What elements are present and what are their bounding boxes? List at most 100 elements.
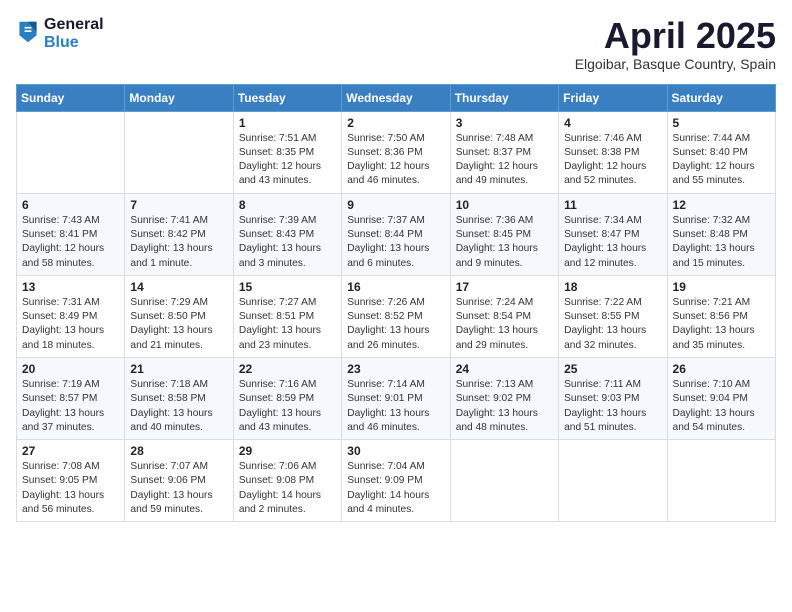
day-info: Sunrise: 7:07 AMSunset: 9:06 PMDaylight:… <box>130 460 227 517</box>
day-cell: 28 Sunrise: 7:07 AMSunset: 9:06 PMDayligh… <box>125 440 233 522</box>
day-info: Sunrise: 7:13 AMSunset: 9:02 PMDaylight:… <box>456 378 553 435</box>
day-cell <box>450 440 558 522</box>
day-cell: 3Sunrise: 7:48 AMSunset: 8:37 PMDaylight… <box>450 111 558 193</box>
day-number: 19 <box>673 280 770 294</box>
day-info: Sunrise: 7:14 AMSunset: 9:01 PMDaylight:… <box>347 378 444 435</box>
logo-general: General <box>44 16 104 34</box>
day-number: 30 <box>347 444 444 458</box>
day-cell: 14 Sunrise: 7:29 AMSunset: 8:50 PMDayligh… <box>125 275 233 357</box>
day-cell: 30 Sunrise: 7:04 AMSunset: 9:09 PMDayligh… <box>342 440 450 522</box>
day-info: Sunrise: 7:48 AMSunset: 8:37 PMDaylight:… <box>456 132 553 189</box>
day-number: 25 <box>564 362 661 376</box>
day-number: 15 <box>239 280 336 294</box>
day-info: Sunrise: 7:32 AMSunset: 8:48 PMDaylight:… <box>673 214 770 271</box>
day-cell: 23Sunrise: 7:14 AMSunset: 9:01 PMDayligh… <box>342 357 450 439</box>
day-cell: 7 Sunrise: 7:41 AMSunset: 8:42 PMDaylight… <box>125 193 233 275</box>
day-cell: 2Sunrise: 7:50 AMSunset: 8:36 PMDaylight… <box>342 111 450 193</box>
day-number: 14 <box>130 280 227 294</box>
day-info: Sunrise: 7:08 AMSunset: 9:05 PMDaylight:… <box>22 460 119 517</box>
day-number: 7 <box>130 198 227 212</box>
weekday-header-tuesday: Tuesday <box>233 84 341 111</box>
day-cell: 25 Sunrise: 7:11 AMSunset: 9:03 PMDayligh… <box>559 357 667 439</box>
day-number: 6 <box>22 198 119 212</box>
day-cell: 12 Sunrise: 7:32 AMSunset: 8:48 PMDayligh… <box>667 193 775 275</box>
day-cell <box>17 111 125 193</box>
day-cell <box>667 440 775 522</box>
day-cell: 4 Sunrise: 7:46 AMSunset: 8:38 PMDaylight… <box>559 111 667 193</box>
weekday-header-thursday: Thursday <box>450 84 558 111</box>
week-row-5: 27 Sunrise: 7:08 AMSunset: 9:05 PMDayligh… <box>17 440 776 522</box>
day-number: 18 <box>564 280 661 294</box>
day-cell <box>125 111 233 193</box>
day-info: Sunrise: 7:19 AMSunset: 8:57 PMDaylight:… <box>22 378 119 435</box>
day-cell: 1 Sunrise: 7:51 AMSunset: 8:35 PMDaylight… <box>233 111 341 193</box>
day-cell: 19 Sunrise: 7:21 AMSunset: 8:56 PMDayligh… <box>667 275 775 357</box>
day-cell: 13 Sunrise: 7:31 AMSunset: 8:49 PMDayligh… <box>17 275 125 357</box>
day-cell: 6 Sunrise: 7:43 AMSunset: 8:41 PMDaylight… <box>17 193 125 275</box>
day-cell: 24Sunrise: 7:13 AMSunset: 9:02 PMDayligh… <box>450 357 558 439</box>
day-cell: 9Sunrise: 7:37 AMSunset: 8:44 PMDaylight… <box>342 193 450 275</box>
day-number: 1 <box>239 116 336 130</box>
day-number: 20 <box>22 362 119 376</box>
day-cell <box>559 440 667 522</box>
day-info: Sunrise: 7:46 AMSunset: 8:38 PMDaylight:… <box>564 132 661 189</box>
weekday-header-monday: Monday <box>125 84 233 111</box>
day-info: Sunrise: 7:31 AMSunset: 8:49 PMDaylight:… <box>22 296 119 353</box>
day-cell: 22Sunrise: 7:16 AMSunset: 8:59 PMDayligh… <box>233 357 341 439</box>
day-info: Sunrise: 7:34 AMSunset: 8:47 PMDaylight:… <box>564 214 661 271</box>
day-number: 16 <box>347 280 444 294</box>
day-cell: 20 Sunrise: 7:19 AMSunset: 8:57 PMDayligh… <box>17 357 125 439</box>
day-info: Sunrise: 7:44 AMSunset: 8:40 PMDaylight:… <box>673 132 770 189</box>
day-info: Sunrise: 7:37 AMSunset: 8:44 PMDaylight:… <box>347 214 444 271</box>
day-info: Sunrise: 7:21 AMSunset: 8:56 PMDaylight:… <box>673 296 770 353</box>
calendar-table: SundayMondayTuesdayWednesdayThursdayFrid… <box>16 84 776 523</box>
logo: General Blue <box>16 16 104 52</box>
day-cell: 15Sunrise: 7:27 AMSunset: 8:51 PMDayligh… <box>233 275 341 357</box>
week-row-3: 13 Sunrise: 7:31 AMSunset: 8:49 PMDayligh… <box>17 275 776 357</box>
day-cell: 11 Sunrise: 7:34 AMSunset: 8:47 PMDayligh… <box>559 193 667 275</box>
day-number: 21 <box>130 362 227 376</box>
day-number: 5 <box>673 116 770 130</box>
day-number: 28 <box>130 444 227 458</box>
day-cell: 10 Sunrise: 7:36 AMSunset: 8:45 PMDayligh… <box>450 193 558 275</box>
day-number: 13 <box>22 280 119 294</box>
day-number: 17 <box>456 280 553 294</box>
weekday-header-saturday: Saturday <box>667 84 775 111</box>
day-info: Sunrise: 7:06 AMSunset: 9:08 PMDaylight:… <box>239 460 336 517</box>
month-title: April 2025 <box>575 16 776 56</box>
day-info: Sunrise: 7:18 AMSunset: 8:58 PMDaylight:… <box>130 378 227 435</box>
day-cell: 26Sunrise: 7:10 AMSunset: 9:04 PMDayligh… <box>667 357 775 439</box>
weekday-header-friday: Friday <box>559 84 667 111</box>
day-number: 2 <box>347 116 444 130</box>
day-number: 4 <box>564 116 661 130</box>
day-info: Sunrise: 7:04 AMSunset: 9:09 PMDaylight:… <box>347 460 444 517</box>
weekday-header-row: SundayMondayTuesdayWednesdayThursdayFrid… <box>17 84 776 111</box>
weekday-header-wednesday: Wednesday <box>342 84 450 111</box>
day-number: 27 <box>22 444 119 458</box>
header: General Blue April 2025 Elgoibar, Basque… <box>16 16 776 72</box>
day-number: 11 <box>564 198 661 212</box>
day-number: 10 <box>456 198 553 212</box>
day-cell: 8Sunrise: 7:39 AMSunset: 8:43 PMDaylight… <box>233 193 341 275</box>
day-cell: 18 Sunrise: 7:22 AMSunset: 8:55 PMDayligh… <box>559 275 667 357</box>
day-info: Sunrise: 7:43 AMSunset: 8:41 PMDaylight:… <box>22 214 119 271</box>
day-info: Sunrise: 7:22 AMSunset: 8:55 PMDaylight:… <box>564 296 661 353</box>
day-info: Sunrise: 7:24 AMSunset: 8:54 PMDaylight:… <box>456 296 553 353</box>
day-info: Sunrise: 7:41 AMSunset: 8:42 PMDaylight:… <box>130 214 227 271</box>
day-cell: 17 Sunrise: 7:24 AMSunset: 8:54 PMDayligh… <box>450 275 558 357</box>
week-row-2: 6 Sunrise: 7:43 AMSunset: 8:41 PMDaylight… <box>17 193 776 275</box>
day-info: Sunrise: 7:39 AMSunset: 8:43 PMDaylight:… <box>239 214 336 271</box>
day-number: 12 <box>673 198 770 212</box>
week-row-4: 20 Sunrise: 7:19 AMSunset: 8:57 PMDayligh… <box>17 357 776 439</box>
day-info: Sunrise: 7:51 AMSunset: 8:35 PMDaylight:… <box>239 132 336 189</box>
weekday-header-sunday: Sunday <box>17 84 125 111</box>
location-subtitle: Elgoibar, Basque Country, Spain <box>575 56 776 72</box>
week-row-1: 1 Sunrise: 7:51 AMSunset: 8:35 PMDaylight… <box>17 111 776 193</box>
day-info: Sunrise: 7:10 AMSunset: 9:04 PMDaylight:… <box>673 378 770 435</box>
day-info: Sunrise: 7:29 AMSunset: 8:50 PMDaylight:… <box>130 296 227 353</box>
day-info: Sunrise: 7:11 AMSunset: 9:03 PMDaylight:… <box>564 378 661 435</box>
day-number: 29 <box>239 444 336 458</box>
day-cell: 21 Sunrise: 7:18 AMSunset: 8:58 PMDayligh… <box>125 357 233 439</box>
day-info: Sunrise: 7:36 AMSunset: 8:45 PMDaylight:… <box>456 214 553 271</box>
day-cell: 5 Sunrise: 7:44 AMSunset: 8:40 PMDaylight… <box>667 111 775 193</box>
